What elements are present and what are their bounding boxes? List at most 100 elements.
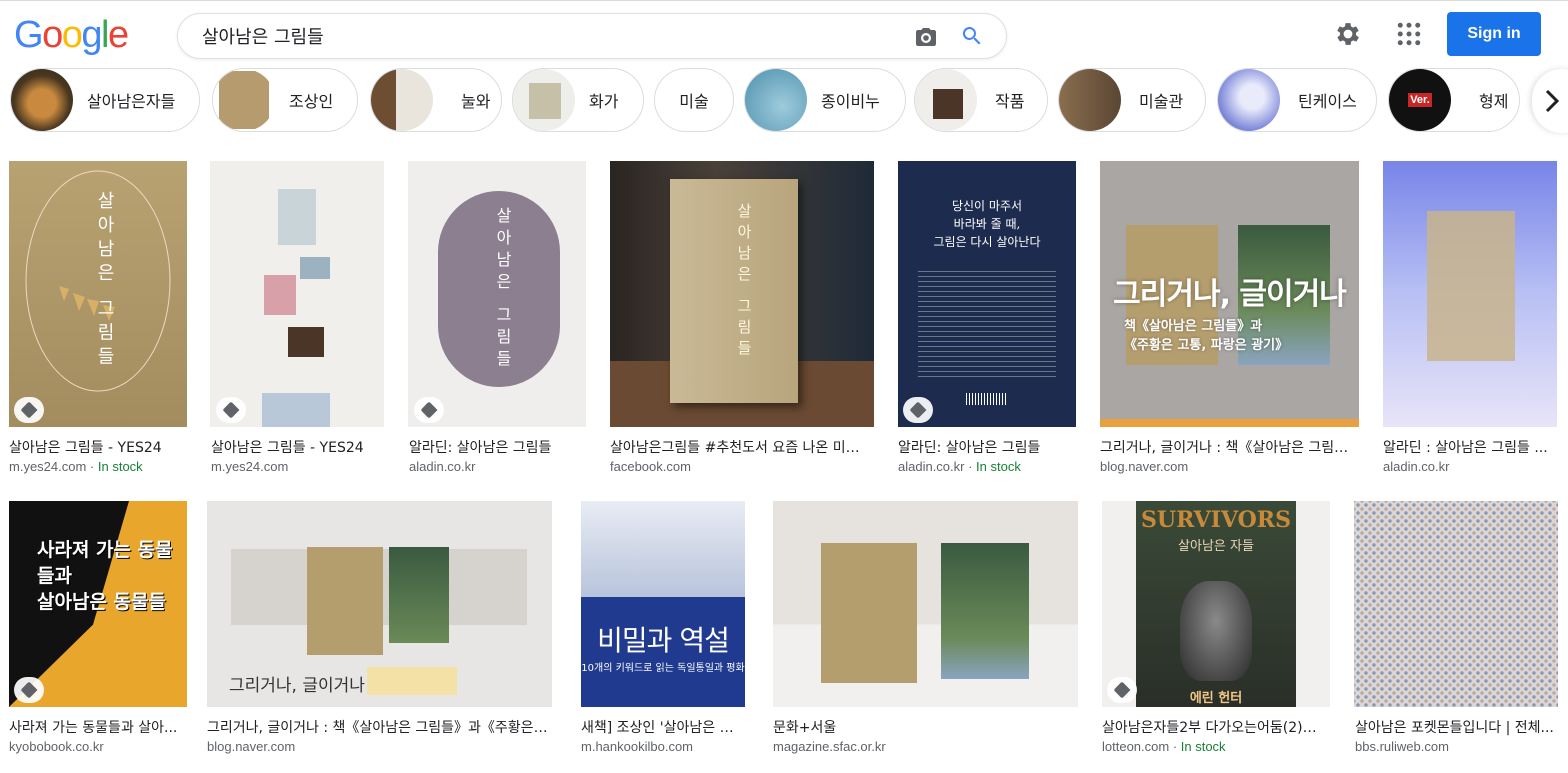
product-tag-icon [14, 677, 44, 703]
chip-label: 조상인 [289, 92, 334, 111]
chip-틴케이스[interactable]: 틴케이스 [1217, 68, 1377, 132]
chip-미술관[interactable]: 미술관 [1058, 68, 1206, 132]
result-title[interactable]: 살아남은 그림들 - YES24 [211, 437, 387, 457]
product-tag-icon [1107, 677, 1137, 703]
chevron-right-icon [1545, 89, 1560, 113]
result-title[interactable]: 살아남은 그림들 - YES24 [9, 437, 185, 457]
chip-종이비누[interactable]: 종이비누 [744, 68, 906, 132]
result-source: bbs.ruliweb.com [1355, 739, 1449, 754]
camera-icon[interactable] [914, 25, 938, 49]
result-thumbnail [773, 501, 1078, 707]
result-title[interactable]: 사라져 가는 동물들과 살아... [9, 717, 185, 737]
book-subtitle-text: 살아남은 자들 [1178, 539, 1254, 554]
result-source: blog.naver.com [207, 739, 296, 754]
search-input[interactable] [202, 14, 902, 58]
result-source: aladin.co.kr [1383, 459, 1450, 474]
result-source: aladin.co.kr · In stock [898, 459, 1021, 474]
image-result[interactable]: SURVIVORS 살아남은 자들 에린 헌터 살아남은자들2부 다가오는어둠(… [1097, 501, 1333, 761]
image-result[interactable]: 비밀과 역설 10개의 키워드로 읽는 독일통일과 평화 새책] 조상인 '살아… [576, 501, 756, 761]
chip-눌와[interactable]: 눌와 [370, 68, 502, 132]
result-title[interactable]: 살아남은그림들 #추천도서 요즘 나온 미술... [610, 437, 866, 457]
result-source: m.yes24.com [211, 459, 289, 474]
chip-thumbnail [915, 69, 977, 131]
image-result[interactable]: 알라딘 : 살아남은 그림들 ... aladin.co.kr [1378, 161, 1564, 481]
image-result[interactable]: 그리거나, 글이거나 책《살아남은 그림들》과 《주황은 고통, 파랑은 광기》… [1095, 161, 1361, 481]
image-result[interactable]: 살아남은 포켓몬들입니다 | 전체... bbs.ruliweb.com [1350, 501, 1564, 761]
result-thumbnail: 당신이 마주서 바라봐 줄 때, 그림은 다시 살아난다 [898, 161, 1076, 427]
google-apps-icon[interactable] [1394, 19, 1424, 49]
result-title[interactable]: 살아남은 포켓몬들입니다 | 전체... [1355, 717, 1555, 737]
result-source: lotteon.com · In stock [1102, 739, 1226, 754]
result-thumbnail: 그리거나, 글이거나 책《살아남은 그림들》과 《주황은 고통, 파랑은 광기》 [1100, 161, 1359, 427]
chip-label: 틴케이스 [1298, 92, 1357, 111]
chip-label: 미술관 [1139, 92, 1184, 111]
chip-thumbnail [213, 69, 275, 131]
image-result[interactable]: 살아남은 그림들 알라딘: 살아남은 그림들 aladin.co.kr [404, 161, 590, 481]
result-thumbnail: 그리거나, 글이거나 [207, 501, 552, 707]
book-title-text: SURVIVORS [1141, 507, 1291, 533]
image-result[interactable]: 당신이 마주서 바라봐 줄 때, 그림은 다시 살아난다 알라딘: 살아남은 그… [893, 161, 1079, 481]
chip-미술[interactable]: 미술 [654, 68, 734, 132]
result-source: aladin.co.kr [409, 459, 476, 474]
result-title[interactable]: 새책] 조상인 '살아남은 그... [581, 717, 745, 737]
overlay-heading: 그리거나, 글이거나 [1113, 277, 1347, 312]
product-tag-icon [414, 397, 444, 423]
result-thumbnail: 살아남은 그림들 [408, 161, 586, 427]
chip-label: 살아남은자들 [87, 92, 176, 111]
result-title[interactable]: 문화+서울 [773, 717, 1073, 737]
result-thumbnail: SURVIVORS 살아남은 자들 에린 헌터 [1102, 501, 1330, 707]
chip-thumbnail: Ver. [1389, 69, 1451, 131]
image-result[interactable]: 살아남은 그림들 - YES24 m.yes24.com [206, 161, 392, 481]
sign-in-button[interactable]: Sign in [1447, 12, 1541, 56]
chip-살아남은자들[interactable]: 살아남은자들 [10, 68, 200, 132]
result-title[interactable]: 그리거나, 글이거나 : 책《살아남은 그림들》과《주황은 고... [207, 717, 551, 737]
book-title-text: 살아남은 그림들 [735, 203, 753, 361]
image-result[interactable]: 문화+서울 magazine.sfac.or.kr [768, 501, 1084, 761]
chip-label: 작품 [995, 92, 1025, 111]
result-source: facebook.com [610, 459, 691, 474]
chip-label: 형제 [1479, 92, 1509, 111]
result-title[interactable]: 그리거나, 글이거나 : 책《살아남은 그림들... [1100, 437, 1350, 457]
image-result[interactable]: 그리거나, 글이거나 그리거나, 글이거나 : 책《살아남은 그림들》과《주황은… [202, 501, 558, 761]
product-tag-icon [903, 397, 933, 423]
settings-gear-icon[interactable] [1333, 19, 1363, 49]
result-source: kyobobook.co.kr [9, 739, 104, 754]
chip-thumbnail [745, 69, 807, 131]
book-back-text: 당신이 마주서 바라봐 줄 때, 그림은 다시 살아난다 [933, 199, 1041, 249]
chip-thumbnail [11, 69, 73, 131]
search-box [177, 13, 1007, 59]
image-result[interactable]: 살아남은 그림들 살아남은그림들 #추천도서 요즘 나온 미술... faceb… [605, 161, 877, 481]
result-thumbnail: 비밀과 역설 10개의 키워드로 읽는 독일통일과 평화 [581, 501, 745, 707]
book-title-text: 살아남은 그림들 [493, 207, 512, 373]
result-source: m.hankookilbo.com [581, 739, 693, 754]
header: Google Sign in [0, 1, 1568, 67]
result-title[interactable]: 알라딘 : 살아남은 그림들 ... [1383, 437, 1553, 457]
book-title-text: 사라져 가는 동물들과 살아남은 동물들 [37, 539, 173, 613]
chip-label: 종이비누 [821, 92, 880, 111]
chip-thumbnail [513, 69, 575, 131]
chip-조상인[interactable]: 조상인 [212, 68, 358, 132]
image-result[interactable]: 살아남은 그림들 살아남은 그림들 - YES24 m.yes24.com · … [4, 161, 190, 481]
result-title[interactable]: 알라딘: 살아남은 그림들 [409, 437, 585, 457]
result-title[interactable]: 알라딘: 살아남은 그림들 [898, 437, 1074, 457]
result-source: m.yes24.com · In stock [9, 459, 143, 474]
product-tag-icon [216, 397, 246, 423]
chip-작품[interactable]: 작품 [914, 68, 1048, 132]
chip-label: 화가 [589, 92, 619, 111]
result-title[interactable]: 살아남은자들2부 다가오는어둠(2)깊... [1102, 717, 1328, 737]
image-result[interactable]: 사라져 가는 동물들과 살아남은 동물들 사라져 가는 동물들과 살아... k… [4, 501, 190, 761]
search-icon[interactable] [960, 24, 984, 48]
chip-화가[interactable]: 화가 [512, 68, 644, 132]
chip-label: 눌와 [461, 92, 491, 111]
google-logo[interactable]: Google [14, 13, 129, 57]
book-subtitle-text: 10개의 키워드로 읽는 독일통일과 평화 [581, 663, 745, 674]
book-title-text: 살아남은 그림들 [94, 191, 115, 371]
overlay-heading: 그리거나, 글이거나 [229, 676, 365, 696]
result-source: magazine.sfac.or.kr [773, 739, 886, 754]
result-thumbnail [1383, 161, 1557, 427]
result-thumbnail [210, 161, 384, 427]
product-tag-icon [14, 397, 44, 423]
chip-형제[interactable]: Ver. 형제 [1388, 68, 1520, 132]
chip-thumbnail [371, 69, 433, 131]
chip-thumbnail [1059, 69, 1121, 131]
